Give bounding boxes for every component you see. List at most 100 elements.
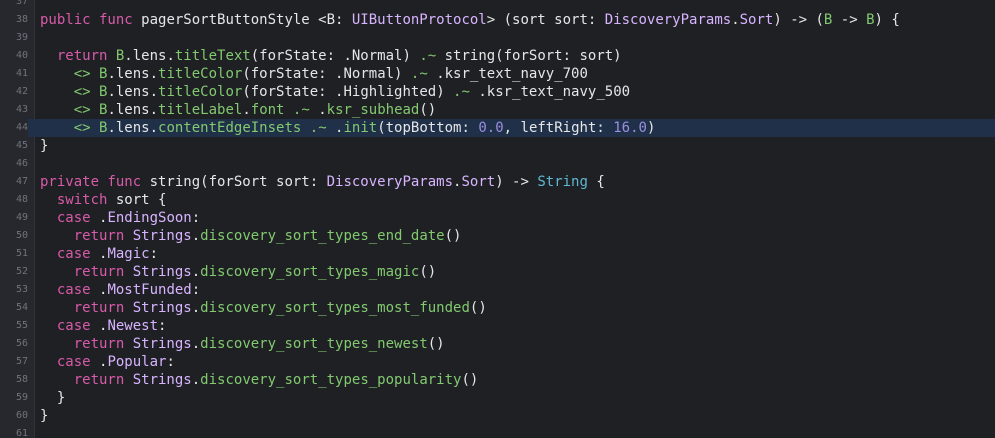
code-token: 0.0 [478,120,504,136]
code-token: . [242,102,251,118]
code-token: DiscoveryParams [604,12,732,28]
code-token: return [40,264,133,280]
code-token: Strings [132,264,192,280]
code-token: return [40,336,133,352]
code-token: . [326,120,344,136]
code-token: Strings [132,336,192,352]
code-editor[interactable]: 37 38 public func pagerSortButtonStyle <B:… [0,0,995,438]
code-token: case [40,210,100,226]
code-text[interactable]: return Strings.discovery_sort_types_most… [40,299,487,317]
code-token: > (sort sort: [486,12,605,28]
code-line[interactable]: 43 <> B.lens.titleLabel.font .~ .ksr_sub… [0,101,995,119]
code-text[interactable]: case .Magic: [40,245,158,263]
code-line[interactable]: 51 case .Magic: [0,245,995,263]
code-text[interactable]: } [40,407,48,425]
code-token: . [731,12,740,28]
code-line[interactable]: 61 [0,425,995,438]
code-token: .ksr_text_navy_500 [469,84,631,100]
code-text[interactable]: } [40,137,48,155]
code-line[interactable]: 41 <> B.lens.titleColor(forState: .Norma… [0,65,995,83]
code-line[interactable]: 38 public func pagerSortButtonStyle <B: U… [0,11,995,29]
line-number: 47 [15,176,28,187]
line-number: 49 [15,212,28,223]
code-token: private func [40,174,150,190]
code-text[interactable]: return B.lens.titleText(forState: .Norma… [40,47,622,65]
code-text[interactable]: private func string(forSort sort: Discov… [40,173,605,191]
code-token: EndingSoon [107,210,192,226]
code-text[interactable]: case .MostFunded: [40,281,200,299]
line-number: 56 [15,338,28,349]
code-text[interactable]: return Strings.discovery_sort_types_magi… [40,263,436,281]
code-line[interactable]: 37 [0,0,995,11]
code-token: () [444,228,462,244]
code-text[interactable]: <> B.lens.titleLabel.font .~ .ksr_subhea… [40,101,437,119]
code-line[interactable]: 47 private func string(forSort sort: Disc… [0,173,995,191]
code-line[interactable]: 59 } [0,389,995,407]
code-line[interactable]: 48 switch sort { [0,191,995,209]
code-line[interactable]: 46 [0,155,995,173]
code-text[interactable]: public func pagerSortButtonStyle <B: UIB… [40,11,900,29]
code-line[interactable]: 40 return B.lens.titleText(forState: .No… [0,47,995,65]
code-token: <> [40,102,100,118]
code-line[interactable]: 50 return Strings.discovery_sort_types_e… [0,227,995,245]
line-number: 41 [15,68,28,79]
code-text[interactable]: } [40,389,65,407]
code-text[interactable]: return Strings.discovery_sort_types_end_… [40,227,462,245]
code-text[interactable]: return Strings.discovery_sort_types_newe… [40,335,445,353]
code-line[interactable]: 58 return Strings.discovery_sort_types_p… [0,371,995,389]
code-line[interactable]: 39 [0,29,995,47]
code-text[interactable]: <> B.lens.titleColor(forState: .Highligh… [40,83,630,101]
current-line[interactable]: 44 <> B.lens.contentEdgeInsets .~ .init(… [0,119,995,137]
code-token: discovery_sort_types_end_date [200,228,445,244]
line-number: 40 [15,50,28,61]
code-token: String [537,174,588,190]
code-line[interactable]: 45} [0,137,995,155]
code-token: discovery_sort_types_magic [200,264,420,280]
code-token: Magic [107,246,150,262]
code-token: titleColor [158,84,243,100]
code-token: ) -> ( [773,12,824,28]
code-token: .~ [292,102,310,118]
code-token: : [191,282,201,298]
code-token: . [191,228,201,244]
code-token: contentEdgeInsets [158,120,302,136]
code-token: ) { [874,12,900,28]
code-text[interactable]: <> B.lens.titleColor(forState: .Normal) … [40,65,588,83]
code-token: .ksr_text_navy_700 [427,66,588,82]
line-number: 46 [15,158,28,169]
code-text[interactable]: case .Popular: [40,353,175,371]
code-text[interactable]: switch sort { [40,191,167,209]
code-lines[interactable]: 37 38 public func pagerSortButtonStyle <B:… [0,0,995,438]
code-token: ) [646,120,656,136]
code-token: Newest [107,318,159,334]
code-token: { [587,174,605,190]
code-text[interactable]: case .Newest: [40,317,167,335]
line-number: 51 [15,248,28,259]
code-line[interactable]: 57 case .Popular: [0,353,995,371]
code-token: public func [40,12,142,28]
code-token: DiscoveryParams [326,174,454,190]
code-token: MostFunded [107,282,192,298]
code-line[interactable]: 49 case .EndingSoon: [0,209,995,227]
code-line[interactable]: 56 return Strings.discovery_sort_types_n… [0,335,995,353]
code-text[interactable]: case .EndingSoon: [40,209,200,227]
code-line[interactable]: 52 return Strings.discovery_sort_types_m… [0,263,995,281]
line-number: 53 [15,284,28,295]
code-line[interactable]: 53 case .MostFunded: [0,281,995,299]
line-number: 58 [15,374,28,385]
code-token: Sort [461,174,496,190]
code-text[interactable]: return Strings.discovery_sort_types_popu… [40,371,479,389]
code-line[interactable]: 60} [0,407,995,425]
code-line[interactable]: 54 return Strings.discovery_sort_types_m… [0,299,995,317]
code-text[interactable]: <> B.lens.contentEdgeInsets .~ .init(top… [40,119,656,137]
line-number: 37 [15,0,28,7]
code-token: Strings [132,300,192,316]
code-token: .~ [453,84,470,100]
code-line[interactable]: 55 case .Newest: [0,317,995,335]
code-token: .lens. [124,48,175,64]
line-number: 39 [15,32,28,43]
code-line[interactable]: 42 <> B.lens.titleColor(forState: .Highl… [0,83,995,101]
code-token: case [40,318,100,334]
code-token: <> [40,66,100,82]
